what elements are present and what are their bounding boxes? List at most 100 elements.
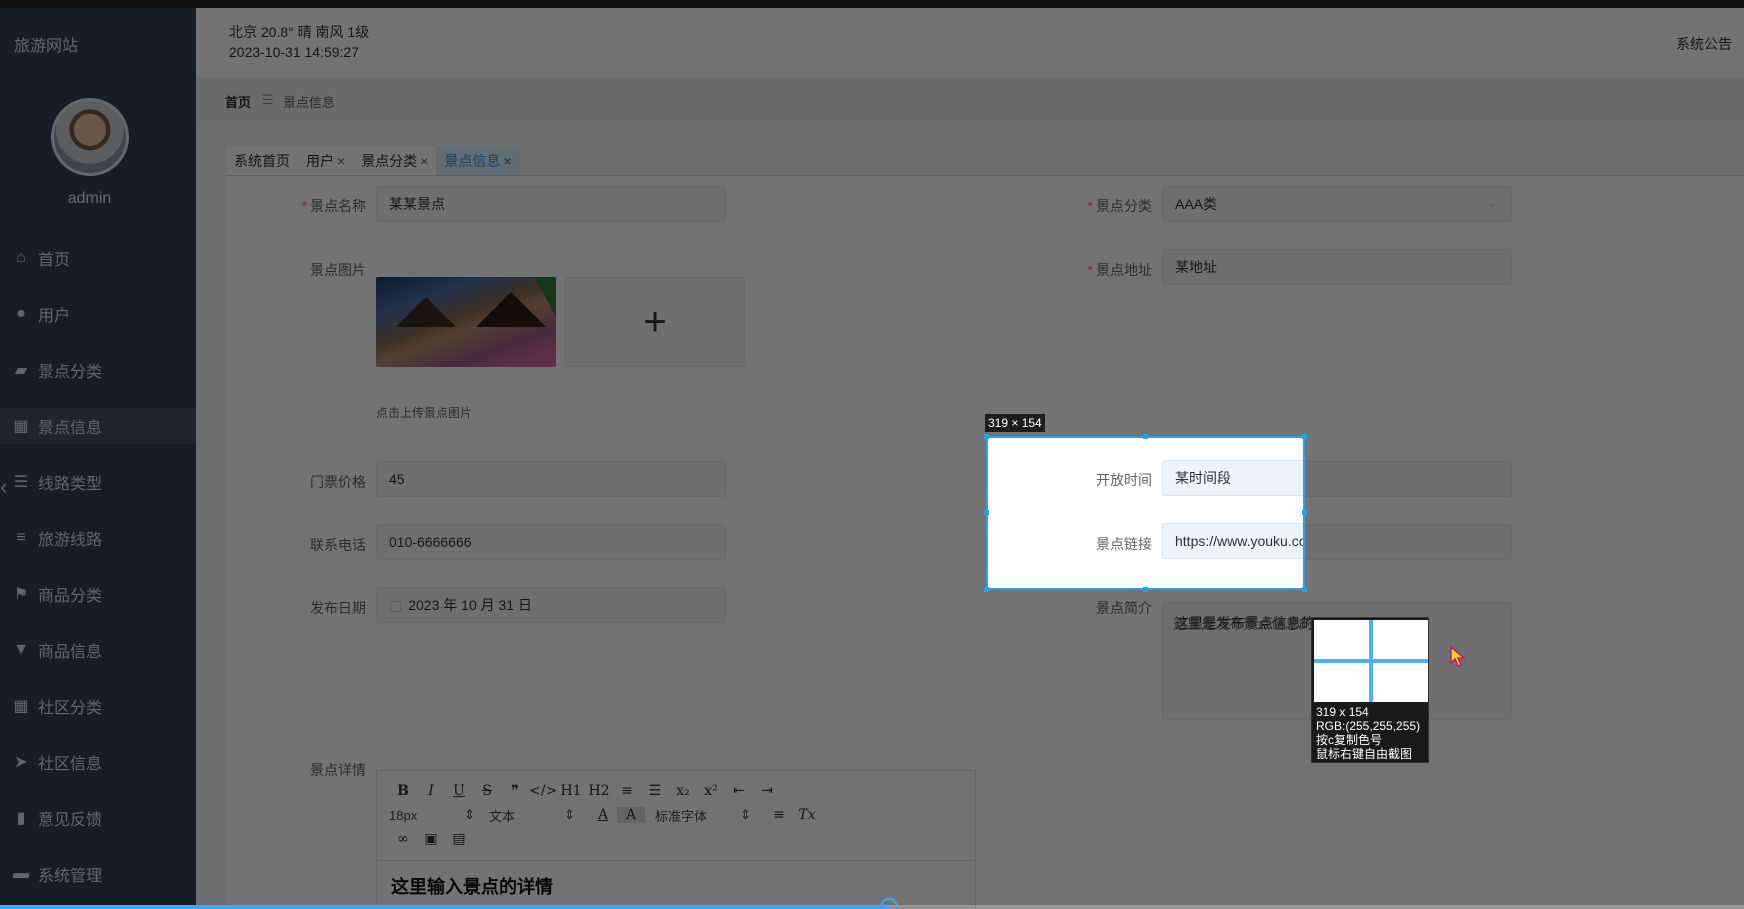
sidebar-item-community-info[interactable]: ➤ 社区信息	[0, 734, 196, 790]
select-arrows-icon: ⇕	[464, 807, 475, 822]
sidebar-item-feedback[interactable]: ▮ 意见反馈	[0, 790, 196, 846]
sidebar-item-spot-category[interactable]: ▰ 景点分类	[0, 342, 196, 398]
h2-button[interactable]: H2	[585, 783, 613, 799]
sidebar-item-label: 景点信息	[38, 420, 103, 437]
flag-icon: ⚑	[13, 586, 29, 603]
link-icon[interactable]: ∞	[389, 831, 417, 847]
subscript-button[interactable]: x₂	[669, 783, 697, 799]
notice-link[interactable]: 系统公告	[1676, 34, 1732, 54]
superscript-button[interactable]: x²	[697, 783, 725, 799]
tab-spot-info[interactable]: 景点信息 ×	[436, 146, 520, 176]
calendar-icon: ▢	[389, 596, 403, 613]
list-icon: ☰	[13, 474, 29, 491]
italic-button[interactable]: I	[417, 783, 445, 799]
clear-format-button[interactable]: Tx	[793, 807, 821, 823]
name-label: * 景点名称	[301, 198, 366, 214]
tab-dashboard[interactable]: 系统首页	[226, 146, 298, 176]
top-strip	[0, 0, 1744, 8]
sidebar-item-home[interactable]: ⌂ 首页	[0, 230, 196, 286]
font-color-button[interactable]: A	[589, 807, 617, 823]
breadcrumb-current: 景点信息	[283, 95, 336, 110]
date-label: 发布日期	[310, 600, 366, 616]
sidebar-item-goods-category[interactable]: ⚑ 商品分类	[0, 566, 196, 622]
background-color-button[interactable]: A	[617, 807, 645, 823]
outdent-button[interactable]: ⇤	[725, 783, 753, 799]
sidebar-item-user[interactable]: ● 用户	[0, 286, 196, 342]
intro-text-visible: 这里是发布景点信息的	[1173, 616, 1313, 632]
video-progress-knob[interactable]	[880, 898, 898, 909]
indent-button[interactable]: ⇥	[753, 783, 781, 799]
resize-handle[interactable]	[1143, 434, 1148, 439]
magnifier-view	[1314, 620, 1428, 702]
image-icon[interactable]: ▣	[417, 831, 445, 847]
video-progress-fill	[0, 905, 889, 909]
bullet-list-button[interactable]: ☰	[641, 783, 669, 799]
sidebar-item-label: 用户	[38, 308, 71, 325]
sidebar-item-label: 旅游线路	[38, 532, 103, 549]
tab-label: 景点分类	[361, 152, 418, 169]
h1-button[interactable]: H1	[557, 783, 585, 799]
capture-selection[interactable]: 开放时间 某时间段 景点链接 https://www.youku.com/	[986, 436, 1305, 590]
wallet-icon: ▰	[14, 362, 28, 379]
close-icon[interactable]: ×	[337, 153, 345, 169]
resize-handle[interactable]	[1143, 587, 1148, 592]
align-button[interactable]: ≡	[765, 807, 793, 823]
resize-handle[interactable]	[984, 510, 989, 515]
strike-button[interactable]: S	[473, 783, 501, 799]
sidebar-item-route-type[interactable]: ☰ 线路类型	[0, 454, 196, 510]
underline-button[interactable]: U	[445, 783, 473, 799]
tab-user[interactable]: 用户 ×	[298, 146, 354, 176]
phone-input[interactable]: 010-6666666	[376, 524, 726, 560]
text-type-select[interactable]: 文本 ⇕	[489, 806, 575, 825]
sidebar-item-spot-info[interactable]: ▦ 景点信息	[0, 408, 196, 444]
sidebar-item-community-category[interactable]: ▦ 社区分类	[0, 678, 196, 734]
tab-label: 用户	[306, 152, 334, 169]
sidebar-item-goods-info[interactable]: ▼ 商品信息	[0, 622, 196, 678]
category-select[interactable]: AAA类 ⌄	[1162, 186, 1512, 222]
weather-info: 北京 20.8° 晴 南风 1级 2023-10-31 14:59:27	[229, 22, 369, 62]
link-label: 景点链接	[1096, 536, 1152, 552]
magnifier-hint-copy: 按c复制色号	[1316, 733, 1383, 747]
collapse-arrow-icon[interactable]: ‹	[0, 474, 7, 500]
date-picker[interactable]: ▢ 2023 年 10 月 31 日	[376, 587, 726, 623]
rich-text-editor: B I U S ❞ </> H1 H2 ≡ ☰ x₂ x² ⇤ ⇥ 18px⇕	[376, 770, 976, 909]
chart-icon: ▮	[16, 810, 26, 827]
link-input[interactable]: https://www.youku.com/	[1162, 523, 1303, 559]
resize-handle[interactable]	[984, 587, 989, 592]
resize-handle[interactable]	[984, 434, 989, 439]
breadcrumb-home[interactable]: 首页	[225, 92, 251, 111]
resize-handle[interactable]	[1302, 510, 1307, 515]
font-size-select[interactable]: 18px ⇕	[389, 807, 475, 823]
crosshair-vertical	[1369, 620, 1373, 702]
name-input[interactable]: 某某景点	[376, 186, 726, 222]
close-icon[interactable]: ×	[503, 153, 511, 169]
magnifier-info: 319 x 154 RGB:(255,255,255) 按c复制色号 鼠标右键自…	[1316, 705, 1420, 761]
resize-handle[interactable]	[1302, 434, 1307, 439]
close-icon[interactable]: ×	[420, 153, 428, 169]
header: 北京 20.8° 晴 南风 1级 2023-10-31 14:59:27 系统公…	[196, 8, 1744, 78]
sidebar-item-travel-route[interactable]: ≡ 旅游线路	[0, 510, 196, 566]
price-label: 门票价格	[310, 474, 366, 490]
address-input[interactable]: 某地址	[1162, 249, 1512, 285]
ordered-list-button[interactable]: ≡	[613, 783, 641, 799]
video-icon[interactable]: ▤	[445, 831, 473, 847]
magnifier-size: 319 x 154	[1316, 705, 1369, 719]
bold-button[interactable]: B	[389, 783, 417, 799]
upload-plus-icon[interactable]: +	[565, 277, 745, 367]
blockquote-button[interactable]: ❞	[501, 783, 529, 799]
open-time-input[interactable]: 某时间段	[1162, 460, 1303, 496]
font-family-select[interactable]: 标准字体 ⇕	[655, 806, 751, 825]
grid-icon: ▦	[13, 698, 29, 715]
resize-handle[interactable]	[1302, 587, 1307, 592]
price-input[interactable]: 45	[376, 461, 726, 497]
send-icon: ➤	[14, 754, 28, 771]
toolbar-row: ∞ ▣ ▤	[389, 827, 963, 851]
spot-image-thumbnail[interactable]	[376, 277, 556, 367]
code-block-button[interactable]: </>	[529, 783, 557, 799]
tab-spot-category[interactable]: 景点分类 ×	[353, 146, 437, 176]
sidebar-item-label: 社区信息	[38, 756, 103, 773]
toolbar-row: 18px ⇕ 文本 ⇕ A A 标准字体 ⇕ ≡ Tx	[389, 803, 963, 827]
sidebar-item-label: 社区分类	[38, 700, 103, 717]
avatar[interactable]	[51, 98, 129, 176]
sidebar-item-system[interactable]: ▬ 系统管理	[0, 846, 196, 902]
